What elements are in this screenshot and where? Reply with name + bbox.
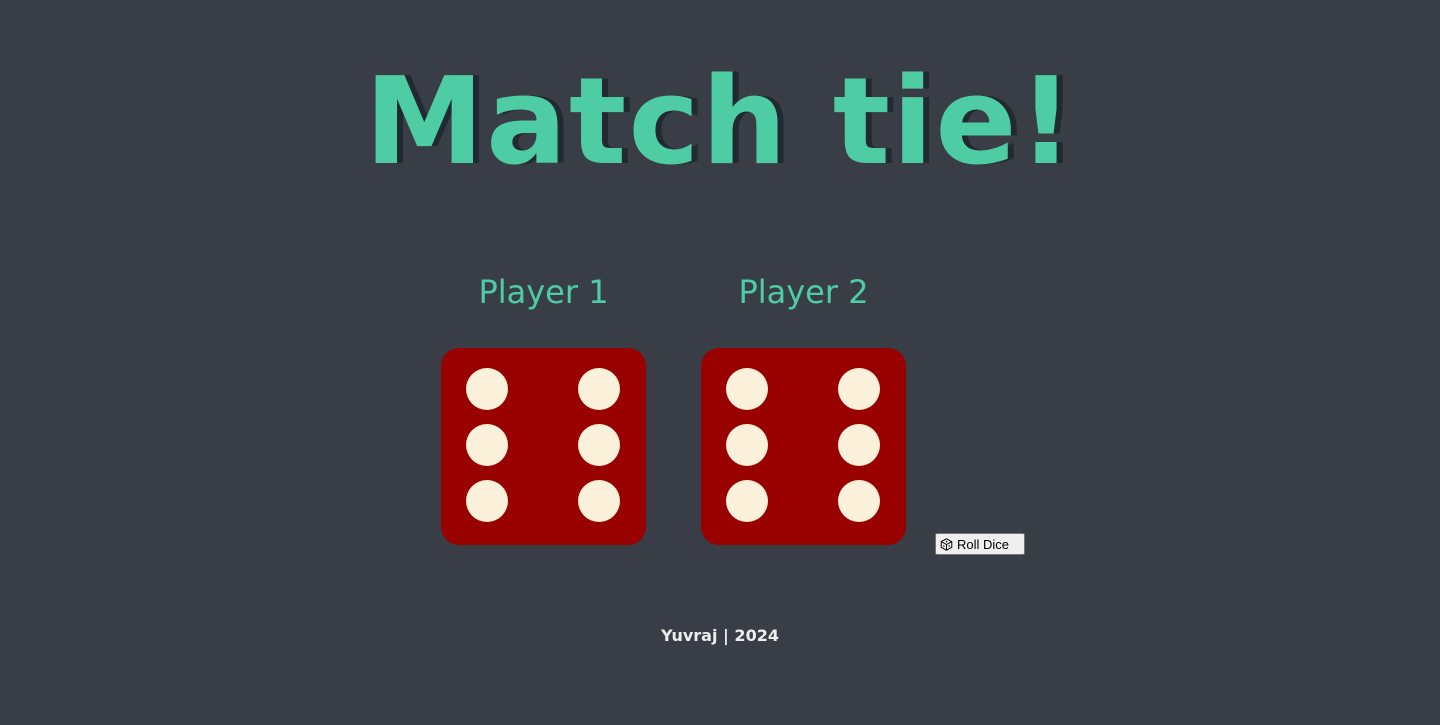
player-1: Player 1 bbox=[441, 270, 646, 314]
die-pip bbox=[726, 480, 768, 522]
die-pip bbox=[466, 424, 508, 466]
player-2: Player 2 bbox=[701, 270, 906, 314]
player-1-die bbox=[441, 348, 646, 545]
die-pip bbox=[578, 424, 620, 466]
roll-dice-button[interactable]: Roll Dice bbox=[935, 533, 1025, 555]
result-title: Match tie! bbox=[364, 53, 1076, 192]
player-1-name: Player 1 bbox=[478, 273, 609, 311]
die-pip bbox=[838, 368, 880, 410]
player-2-die bbox=[701, 348, 906, 545]
die-pip bbox=[838, 480, 880, 522]
die-pip bbox=[578, 480, 620, 522]
roll-dice-label: Roll Dice bbox=[957, 536, 1010, 552]
die-pip bbox=[726, 368, 768, 410]
die-pip bbox=[466, 480, 508, 522]
die-pip bbox=[726, 424, 768, 466]
die-pip bbox=[578, 368, 620, 410]
dice-icon bbox=[940, 537, 953, 551]
die-pip bbox=[466, 368, 508, 410]
die-pip bbox=[838, 424, 880, 466]
player-2-name: Player 2 bbox=[738, 273, 869, 311]
footer-credit: Yuvraj | 2024 bbox=[661, 626, 779, 645]
